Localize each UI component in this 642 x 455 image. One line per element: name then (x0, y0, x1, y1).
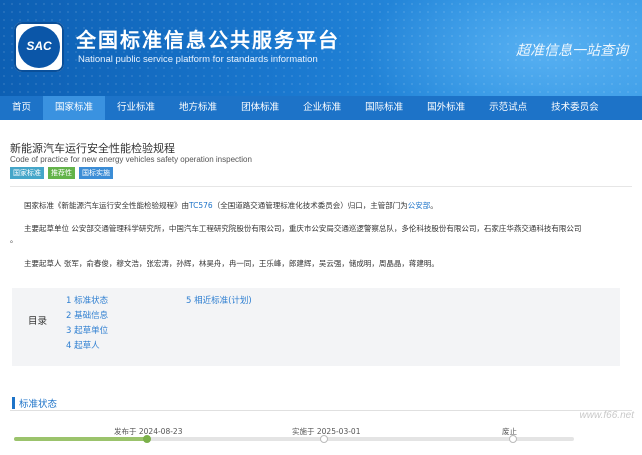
header-banner: SAC 全国标准信息公共服务平台 National public service… (0, 0, 642, 96)
toc-label: 目录 (28, 316, 48, 327)
nav-tech-committee[interactable]: 技术委员会 (539, 96, 611, 120)
nav-international-standards[interactable]: 国际标准 (353, 96, 415, 120)
timeline-dot-published (143, 435, 151, 443)
toc-item-basic-info[interactable]: 2 基础信息 (66, 309, 108, 324)
slogan: 超准信息一站查询 (516, 43, 628, 59)
nav-industry-standards[interactable]: 行业标准 (105, 96, 167, 120)
logo-text: SAC (26, 39, 52, 53)
nav-national-standards[interactable]: 国家标准 (43, 96, 106, 120)
table-of-contents: 目录 1 标准状态 2 基础信息 3 起草单位 4 起草人 5 相近标准(计划) (12, 288, 620, 366)
toc-list-right: 5 相近标准(计划) (186, 294, 252, 309)
timeline-dot-abolished (509, 435, 517, 443)
toc-item-drafters[interactable]: 4 起草人 (66, 339, 108, 354)
drafting-units-tail: 。 (10, 235, 18, 244)
intro-prefix: 国家标准《新能源汽车运行安全性能检验规程》由 (24, 201, 189, 210)
standard-tags: 国家标准 推荐性 国标实施 (10, 167, 113, 179)
nav-foreign-standards[interactable]: 国外标准 (415, 96, 477, 120)
nav-enterprise-standards[interactable]: 企业标准 (291, 96, 353, 120)
intro-mid: （全国道路交通管理标准化技术委员会）归口，主管部门为 (212, 201, 408, 210)
drafters: 主要起草人 张军，俞春俊，穆文浩，张宏涛，孙辉，林昊舟，冉一同，王乐峰，郎建辉，… (24, 259, 439, 268)
toc-item-status[interactable]: 1 标准状态 (66, 294, 108, 309)
standard-title: 新能源汽车运行安全性能检验规程 (10, 142, 175, 155)
tag-recommended: 推荐性 (48, 167, 75, 179)
authority-link[interactable]: 公安部 (408, 201, 431, 210)
status-heading-text: 标准状态 (19, 399, 58, 410)
tc-link[interactable]: TC576 (189, 201, 213, 210)
status-timeline (14, 435, 574, 443)
status-divider (10, 410, 632, 411)
standard-title-en: Code of practice for new energy vehicles… (10, 155, 252, 164)
site-title[interactable]: 全国标准信息公共服务平台 (76, 24, 340, 53)
nav-home[interactable]: 首页 (0, 96, 43, 120)
tag-implemented: 国标实施 (79, 167, 113, 179)
status-heading: 标准状态 (12, 396, 57, 410)
site-subtitle: National public service platform for sta… (78, 54, 318, 65)
nav-demo-pilots[interactable]: 示范试点 (477, 96, 539, 120)
intro-paragraph: 国家标准《新能源汽车运行安全性能检验规程》由TC576（全国道路交通管理标准化技… (24, 200, 438, 211)
title-divider (10, 186, 632, 187)
tag-national-standard: 国家标准 (10, 167, 44, 179)
intro-end: 。 (430, 201, 438, 210)
nav-local-standards[interactable]: 地方标准 (167, 96, 229, 120)
toc-item-similar-standards[interactable]: 5 相近标准(计划) (186, 294, 252, 309)
section-marker (12, 397, 15, 409)
nav-group-standards[interactable]: 团体标准 (229, 96, 291, 120)
drafting-units: 主要起草单位 公安部交通管理科学研究所，中国汽车工程研究院股份有限公司，重庆市公… (24, 224, 582, 233)
toc-item-drafting-units[interactable]: 3 起草单位 (66, 324, 108, 339)
sac-logo-icon[interactable]: SAC (14, 22, 64, 72)
timeline-dot-implemented (320, 435, 328, 443)
timeline-progress (14, 437, 147, 441)
watermark: www.f66.net (579, 410, 634, 421)
toc-list: 1 标准状态 2 基础信息 3 起草单位 4 起草人 (66, 294, 108, 354)
main-nav: 首页 国家标准 行业标准 地方标准 团体标准 企业标准 国际标准 国外标准 示范… (0, 96, 642, 120)
